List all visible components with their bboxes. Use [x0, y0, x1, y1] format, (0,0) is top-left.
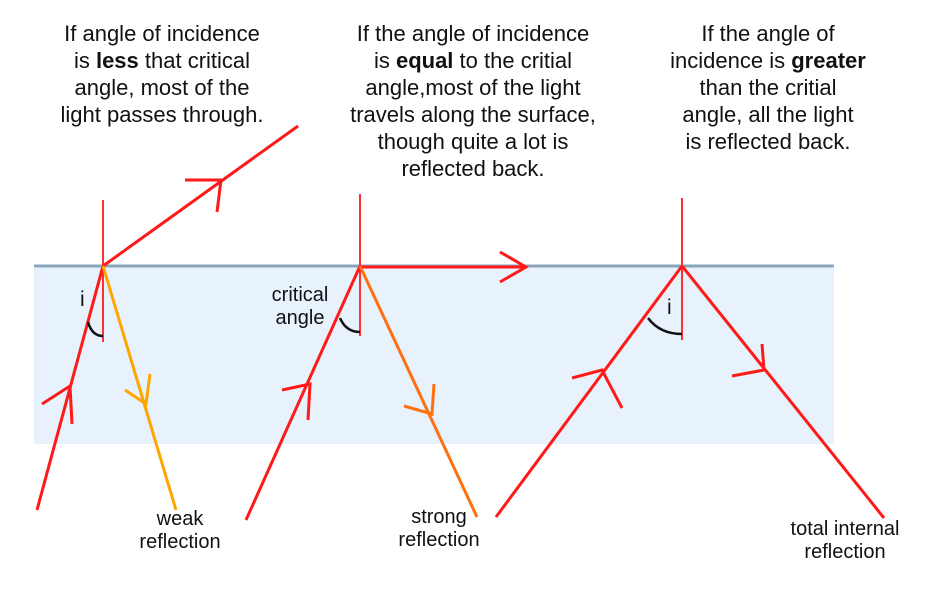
caption-equal: If the angle of incidence is equal to th… [310, 20, 636, 182]
tir-diagram: If angle of incidence is less that criti… [0, 0, 934, 594]
caption-greater-line4: angle, all the light [682, 102, 854, 127]
caption-less-line4: light passes through. [60, 102, 264, 127]
keyword-less: less [95, 48, 139, 73]
keyword-greater: greater [791, 48, 866, 73]
caption-greater-line5: is reflected back. [685, 129, 851, 154]
caption-equal-line6: reflected back. [401, 156, 545, 181]
caption-less-line3: angle, most of the [74, 75, 250, 100]
caption-less-line1: If angle of incidence [64, 21, 260, 46]
angle-symbol-i-left: i [80, 288, 85, 311]
refracted-ray-1 [102, 124, 299, 268]
caption-greater-line1: If the angle of [701, 21, 835, 46]
caption-greater-line3: than the critial [699, 75, 837, 100]
caption-equal-line1: If the angle of incidence [356, 21, 590, 46]
caption-equal-line4: travels along the surface, [350, 102, 596, 127]
caption-equal-line3: angle,most of the light [365, 75, 581, 100]
caption-less: If angle of incidence is less that criti… [14, 20, 310, 128]
caption-greater: If the angle of incidence is greater tha… [634, 20, 902, 155]
keyword-equal: equal [395, 48, 454, 73]
caption-greater-line2: incidence is greater [670, 48, 866, 73]
caption-less-line2: is less that critical [73, 48, 251, 73]
angle-symbol-i-right: i [667, 296, 672, 319]
label-total-internal-reflection: total internal reflection [790, 518, 900, 563]
label-critical-angle: critical angle [271, 284, 329, 329]
label-weak-reflection: weak reflection [139, 508, 221, 553]
denser-medium [34, 266, 834, 444]
label-strong-reflection: strong reflection [398, 506, 480, 551]
caption-equal-line2: is equal to the critial [373, 48, 573, 73]
caption-equal-line5: though quite a lot is [377, 129, 569, 154]
